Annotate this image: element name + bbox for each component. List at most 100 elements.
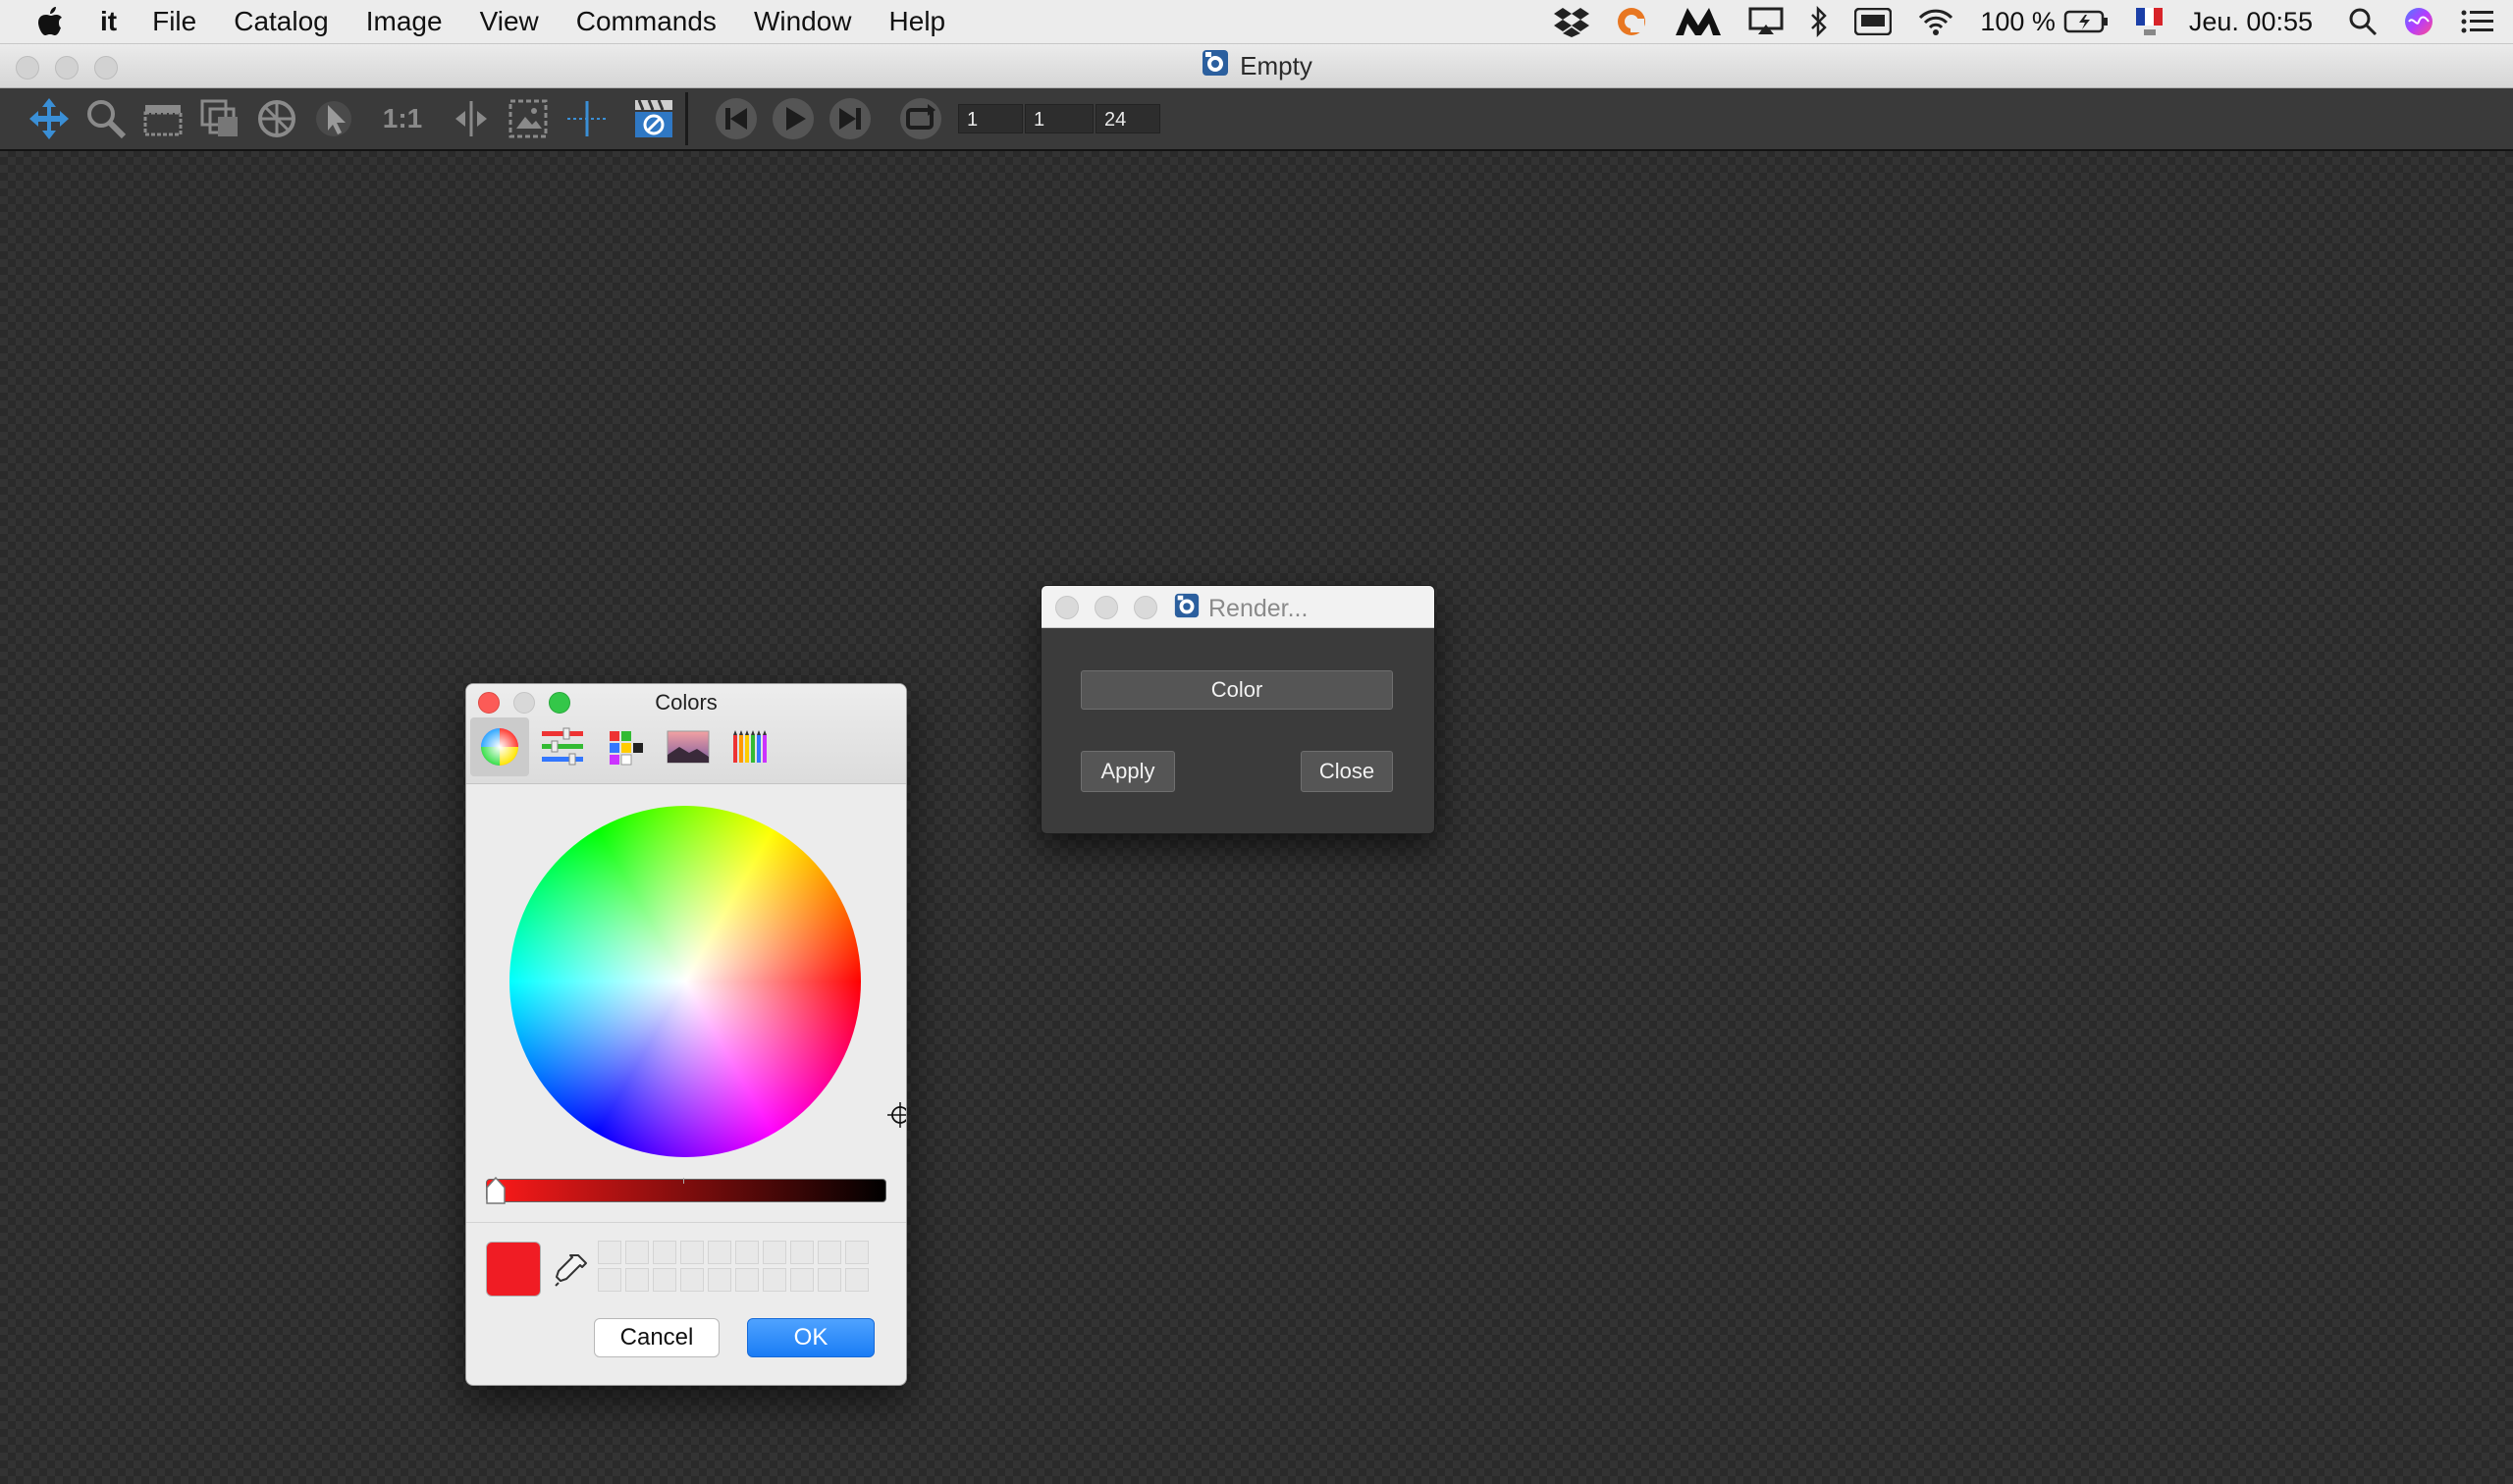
battery-percent: 100 % (1980, 6, 2056, 36)
color-well[interactable] (680, 1268, 704, 1292)
color-well[interactable] (625, 1268, 649, 1292)
dropbox-icon[interactable] (1554, 6, 1590, 37)
status-area: 100 % Jeu. 00:55 (1554, 0, 2513, 43)
apple-menu-icon[interactable] (35, 6, 75, 37)
colors-panel: Colors Cancel OK (465, 683, 907, 1386)
current-color-swatch[interactable] (486, 1242, 541, 1297)
play-icon[interactable] (770, 96, 817, 141)
color-well[interactable] (790, 1241, 814, 1264)
battery-icon[interactable] (2063, 9, 2109, 34)
main-window-titlebar: Empty (0, 44, 2513, 88)
toolbar-separator (685, 92, 688, 145)
render-minimize-button[interactable] (1095, 596, 1118, 619)
color-well[interactable] (845, 1241, 869, 1264)
clapper-blocked-icon[interactable] (630, 96, 677, 141)
move-tool-icon[interactable] (26, 96, 73, 141)
film-clapper-icon[interactable] (139, 96, 187, 141)
render-zoom-button[interactable] (1134, 596, 1157, 619)
cancel-button[interactable]: Cancel (594, 1318, 720, 1357)
brightness-slider-thumb[interactable] (485, 1176, 507, 1205)
airplay-icon[interactable] (1748, 7, 1784, 36)
color-well[interactable] (845, 1268, 869, 1292)
layers-icon[interactable] (196, 96, 243, 141)
ok-button[interactable]: OK (747, 1318, 875, 1357)
window-title: Empty (1240, 50, 1312, 80)
render-apply-button[interactable]: Apply (1081, 751, 1175, 792)
split-compare-icon[interactable] (448, 96, 495, 141)
color-wells (598, 1241, 869, 1292)
brightness-slider[interactable] (485, 1176, 886, 1205)
pencils-tab[interactable] (722, 717, 780, 776)
color-well[interactable] (735, 1268, 759, 1292)
sync-icon[interactable] (1615, 5, 1648, 38)
frame-current-field[interactable]: 1 (1025, 104, 1094, 133)
keyboard-icon[interactable] (1854, 8, 1893, 35)
color-well[interactable] (790, 1268, 814, 1292)
color-well[interactable] (653, 1241, 676, 1264)
colors-divider (466, 1222, 906, 1223)
color-well[interactable] (598, 1241, 621, 1264)
menu-catalog[interactable]: Catalog (234, 6, 329, 37)
document-proxy-icon[interactable] (1201, 48, 1230, 84)
color-sliders-tab[interactable] (533, 717, 592, 776)
skip-start-icon[interactable] (713, 96, 760, 141)
loop-icon[interactable] (897, 96, 944, 141)
render-app-icon (1173, 592, 1201, 626)
french-flag-input-icon[interactable] (2134, 6, 2164, 37)
color-well[interactable] (763, 1241, 786, 1264)
menu-help[interactable]: Help (889, 6, 946, 37)
render-close-dialog-button[interactable]: Close (1301, 751, 1393, 792)
siri-icon[interactable] (2403, 6, 2434, 37)
select-arrow-icon[interactable] (310, 96, 357, 141)
spotlight-icon[interactable] (2348, 7, 2378, 36)
wheel-crosshair-icon[interactable] (887, 1102, 907, 1128)
window-close-button[interactable] (16, 56, 39, 80)
color-palettes-tab[interactable] (596, 717, 655, 776)
color-well[interactable] (818, 1268, 841, 1292)
window-minimize-button[interactable] (55, 56, 79, 80)
skip-end-icon[interactable] (827, 96, 874, 141)
app-menu[interactable]: it (100, 6, 117, 37)
color-well[interactable] (763, 1268, 786, 1292)
color-well[interactable] (598, 1268, 621, 1292)
wifi-icon[interactable] (1917, 7, 1954, 36)
color-well[interactable] (625, 1241, 649, 1264)
color-well[interactable] (735, 1241, 759, 1264)
color-well[interactable] (680, 1241, 704, 1264)
render-close-button[interactable] (1055, 596, 1079, 619)
image-palettes-tab[interactable] (659, 717, 718, 776)
color-well[interactable] (708, 1241, 731, 1264)
colors-panel-header: Colors (466, 684, 906, 784)
menu-view[interactable]: View (480, 6, 539, 37)
color-well[interactable] (818, 1241, 841, 1264)
zoom-tool-icon[interactable] (82, 96, 130, 141)
guide-icon[interactable] (563, 96, 611, 141)
main-toolbar: 1:1 1 1 24 (0, 88, 2513, 151)
menu-image[interactable]: Image (366, 6, 443, 37)
m-app-icon[interactable] (1674, 6, 1723, 37)
frame-start-field[interactable]: 1 (958, 104, 1023, 133)
color-wheel[interactable] (509, 806, 906, 1157)
notification-center-icon[interactable] (2460, 8, 2495, 35)
color-picker-wheel-icon[interactable] (253, 96, 300, 141)
bluetooth-icon[interactable] (1809, 6, 1829, 37)
render-color-button[interactable]: Color (1081, 670, 1393, 710)
menu-file[interactable]: File (152, 6, 196, 37)
frame-end-field[interactable]: 24 (1096, 104, 1160, 133)
clock[interactable]: Jeu. 00:55 (2189, 7, 2313, 37)
render-dialog: Render... Color Apply Close (1041, 585, 1435, 834)
one-to-one-icon[interactable]: 1:1 (379, 96, 426, 141)
color-wheel-tab[interactable] (470, 717, 529, 776)
window-zoom-button[interactable] (94, 56, 118, 80)
eyedropper-icon[interactable] (553, 1251, 590, 1289)
menu-commands[interactable]: Commands (576, 6, 717, 37)
color-well[interactable] (653, 1268, 676, 1292)
slider-center-mark (683, 1178, 684, 1184)
image-frame-icon[interactable] (505, 96, 552, 141)
render-dialog-titlebar: Render... (1042, 586, 1434, 628)
render-dialog-title: Render... (1208, 595, 1309, 622)
menu-bar: it File Catalog Image View Commands Wind… (0, 0, 2513, 44)
menu-window[interactable]: Window (754, 6, 852, 37)
color-well[interactable] (708, 1268, 731, 1292)
colors-panel-title: Colors (655, 690, 718, 715)
